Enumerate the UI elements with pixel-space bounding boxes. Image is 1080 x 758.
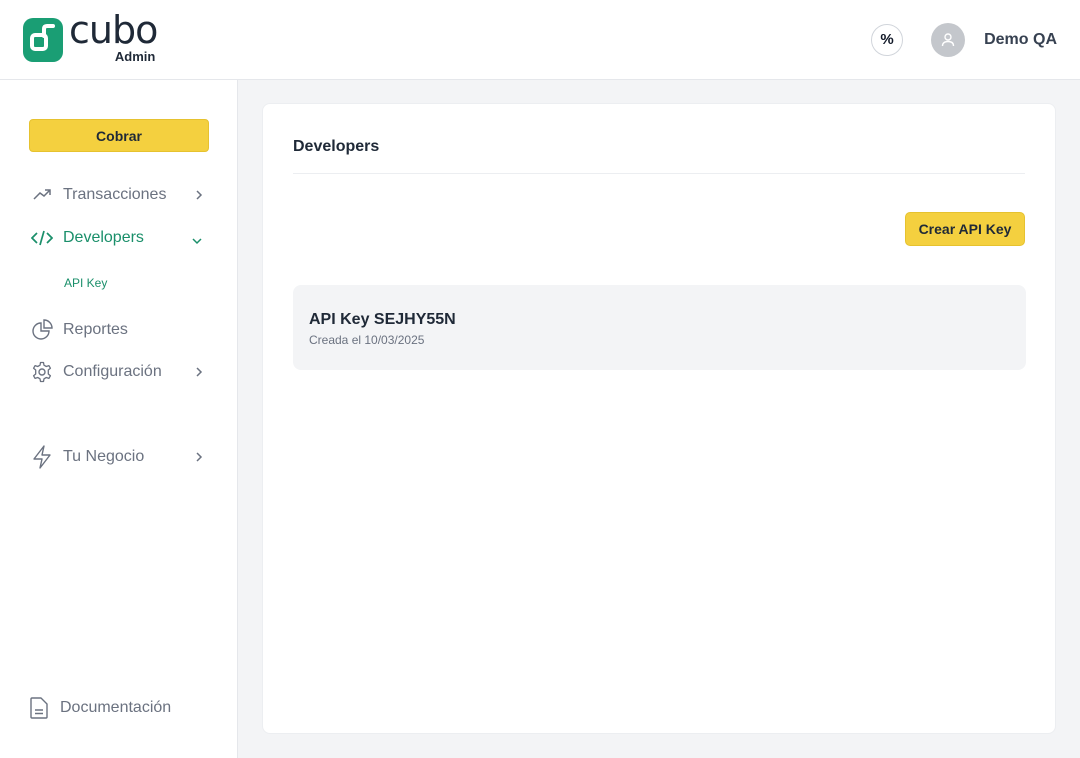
api-key-created-date: Creada el 10/03/2025 [309,333,425,347]
document-icon [29,696,51,720]
cubo-logo[interactable]: cubo Admin [23,7,158,70]
sidebar-item-label: Tu Negocio [63,448,145,465]
sidebar-item-label: Documentación [60,699,172,716]
create-api-key-button[interactable]: Crear API Key [905,212,1025,246]
top-header: cubo Admin % Demo QA [0,0,1080,80]
percent-icon: % [880,31,894,48]
lightning-icon [31,445,53,469]
logo-subtitle: Admin [114,48,156,64]
chevron-right-icon [195,188,203,206]
divider [293,173,1025,174]
chevron-right-icon [195,450,203,468]
chevron-down-icon [191,232,203,250]
code-icon [31,227,53,249]
logo-mark-icon [23,17,63,62]
sidebar-subitem-api-key[interactable]: API Key [64,276,107,290]
user-icon [941,32,955,46]
developers-card: Developers Crear API Key API Key SEJHY55… [262,103,1056,734]
api-key-name: API Key SEJHY55N [309,311,456,328]
sidebar-item-label: Configuración [63,363,162,380]
gear-icon [31,361,53,383]
trending-up-icon [31,184,53,206]
logo-word: cubo [69,7,158,52]
sidebar-item-configuracion[interactable]: Configuración [31,357,211,387]
sidebar-item-label: Developers [63,229,144,246]
sidebar-item-developers[interactable]: Developers [31,223,211,253]
user-name[interactable]: Demo QA [984,31,1057,49]
avatar[interactable] [931,22,966,57]
sidebar-item-transacciones[interactable]: Transacciones [31,180,211,210]
api-key-item[interactable]: API Key SEJHY55N Creada el 10/03/2025 [293,285,1026,370]
sidebar: Cobrar Transacciones Developers API Key [0,80,238,758]
page-title: Developers [293,138,380,155]
cobrar-button[interactable]: Cobrar [29,119,209,152]
sidebar-item-documentacion[interactable]: Documentación [29,696,171,720]
sidebar-item-label: Reportes [63,321,128,338]
sidebar-item-label: Transacciones [63,186,167,203]
sidebar-item-tu-negocio[interactable]: Tu Negocio [31,442,211,472]
pie-chart-icon [31,319,53,341]
chevron-right-icon [195,365,203,383]
sidebar-item-reportes[interactable]: Reportes [31,315,211,345]
percent-button[interactable]: % [871,23,904,56]
